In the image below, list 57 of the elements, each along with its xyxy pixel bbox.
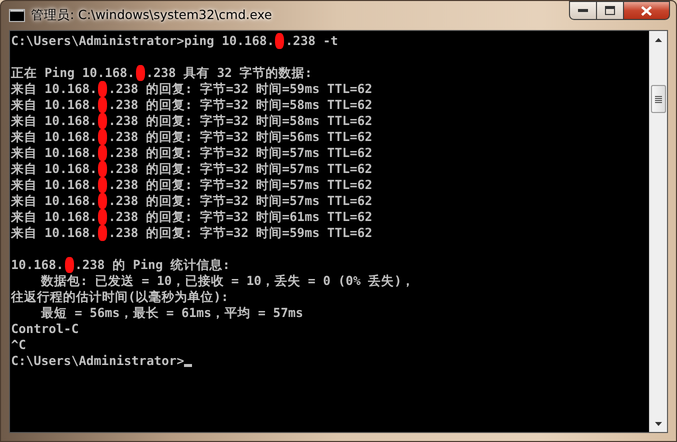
redaction-mark <box>136 65 145 81</box>
console-text: 往返行程的估计时间(以毫秒为单位): <box>11 289 229 305</box>
command-prompt-text: .238 -t <box>285 33 338 49</box>
redaction-mark <box>98 225 108 241</box>
console-text: .238 的回复: 字节=32 时间=59ms TTL=62 <box>108 225 372 241</box>
console-text: 来自 10.168. <box>11 129 98 145</box>
maximize-button[interactable] <box>596 1 623 20</box>
redaction-mark <box>98 145 108 161</box>
close-button[interactable] <box>623 1 670 20</box>
console-text: 来自 10.168. <box>11 81 98 97</box>
console-text: 来自 10.168. <box>11 225 98 241</box>
scrollbar-thumb[interactable] <box>651 85 666 113</box>
console-text: .238 的回复: 字节=32 时间=58ms TTL=62 <box>108 97 372 113</box>
redaction-mark <box>98 193 108 209</box>
console-text: 来自 10.168. <box>11 97 98 113</box>
redaction-mark <box>98 97 108 113</box>
console-text: .238 的回复: 字节=32 时间=57ms TTL=62 <box>108 193 372 209</box>
console-text: 10.168. <box>11 257 64 273</box>
console-text: .238 的回复: 字节=32 时间=59ms TTL=62 <box>108 81 372 97</box>
minimize-icon <box>578 8 588 12</box>
console-text: ^C <box>11 337 26 353</box>
redaction-mark <box>98 177 108 193</box>
console-text: .238 的 Ping 统计信息: <box>74 257 230 273</box>
maximize-icon <box>605 6 615 15</box>
console-app-icon <box>9 9 25 22</box>
console-text: .238 具有 32 字节的数据: <box>146 65 312 81</box>
redaction-mark <box>98 161 108 177</box>
console-text: .238 的回复: 字节=32 时间=57ms TTL=62 <box>108 177 372 193</box>
redaction-mark <box>98 129 108 145</box>
command-prompt-text: C:\Users\Administrator> <box>11 353 184 369</box>
console-text: 数据包: 已发送 = 10，已接收 = 10，丢失 = 0 (0% 丢失)， <box>40 273 415 289</box>
redaction-mark <box>98 113 108 129</box>
console-text: .238 的回复: 字节=32 时间=57ms TTL=62 <box>108 161 372 177</box>
console-text: 来自 10.168. <box>11 193 98 209</box>
console-text: .238 的回复: 字节=32 时间=58ms TTL=62 <box>108 113 372 129</box>
console-text: .238 的回复: 字节=32 时间=56ms TTL=62 <box>108 129 372 145</box>
console-text: 来自 10.168. <box>11 145 98 161</box>
redaction-mark <box>98 209 108 225</box>
redaction-mark <box>275 33 284 49</box>
console-text: .238 的回复: 字节=32 时间=57ms TTL=62 <box>108 145 372 161</box>
redaction-mark <box>64 257 74 273</box>
console-text: 来自 10.168. <box>11 209 98 225</box>
console-text: Control-C <box>11 321 79 337</box>
console-text: 来自 10.168. <box>11 177 98 193</box>
console-text: 来自 10.168. <box>11 161 98 177</box>
redaction-mark <box>98 81 108 97</box>
scroll-up-arrow-icon[interactable] <box>655 38 662 42</box>
scroll-down-arrow-icon[interactable] <box>655 422 662 426</box>
console-text: 来自 10.168. <box>11 113 98 129</box>
window-title: 管理员: C:\windows\system32\cmd.exe <box>31 7 273 24</box>
console-text: .238 的回复: 字节=32 时间=61ms TTL=62 <box>108 209 372 225</box>
grip-lines-icon <box>655 96 662 102</box>
console-text: 最短 = 56ms，最长 = 61ms，平均 = 57ms <box>40 305 304 321</box>
console-text: 正在 Ping 10.168. <box>11 65 135 81</box>
command-prompt-text: C:\Users\Administrator>ping 10.168. <box>11 33 274 49</box>
close-icon <box>641 6 652 16</box>
minimize-button[interactable] <box>569 1 596 20</box>
